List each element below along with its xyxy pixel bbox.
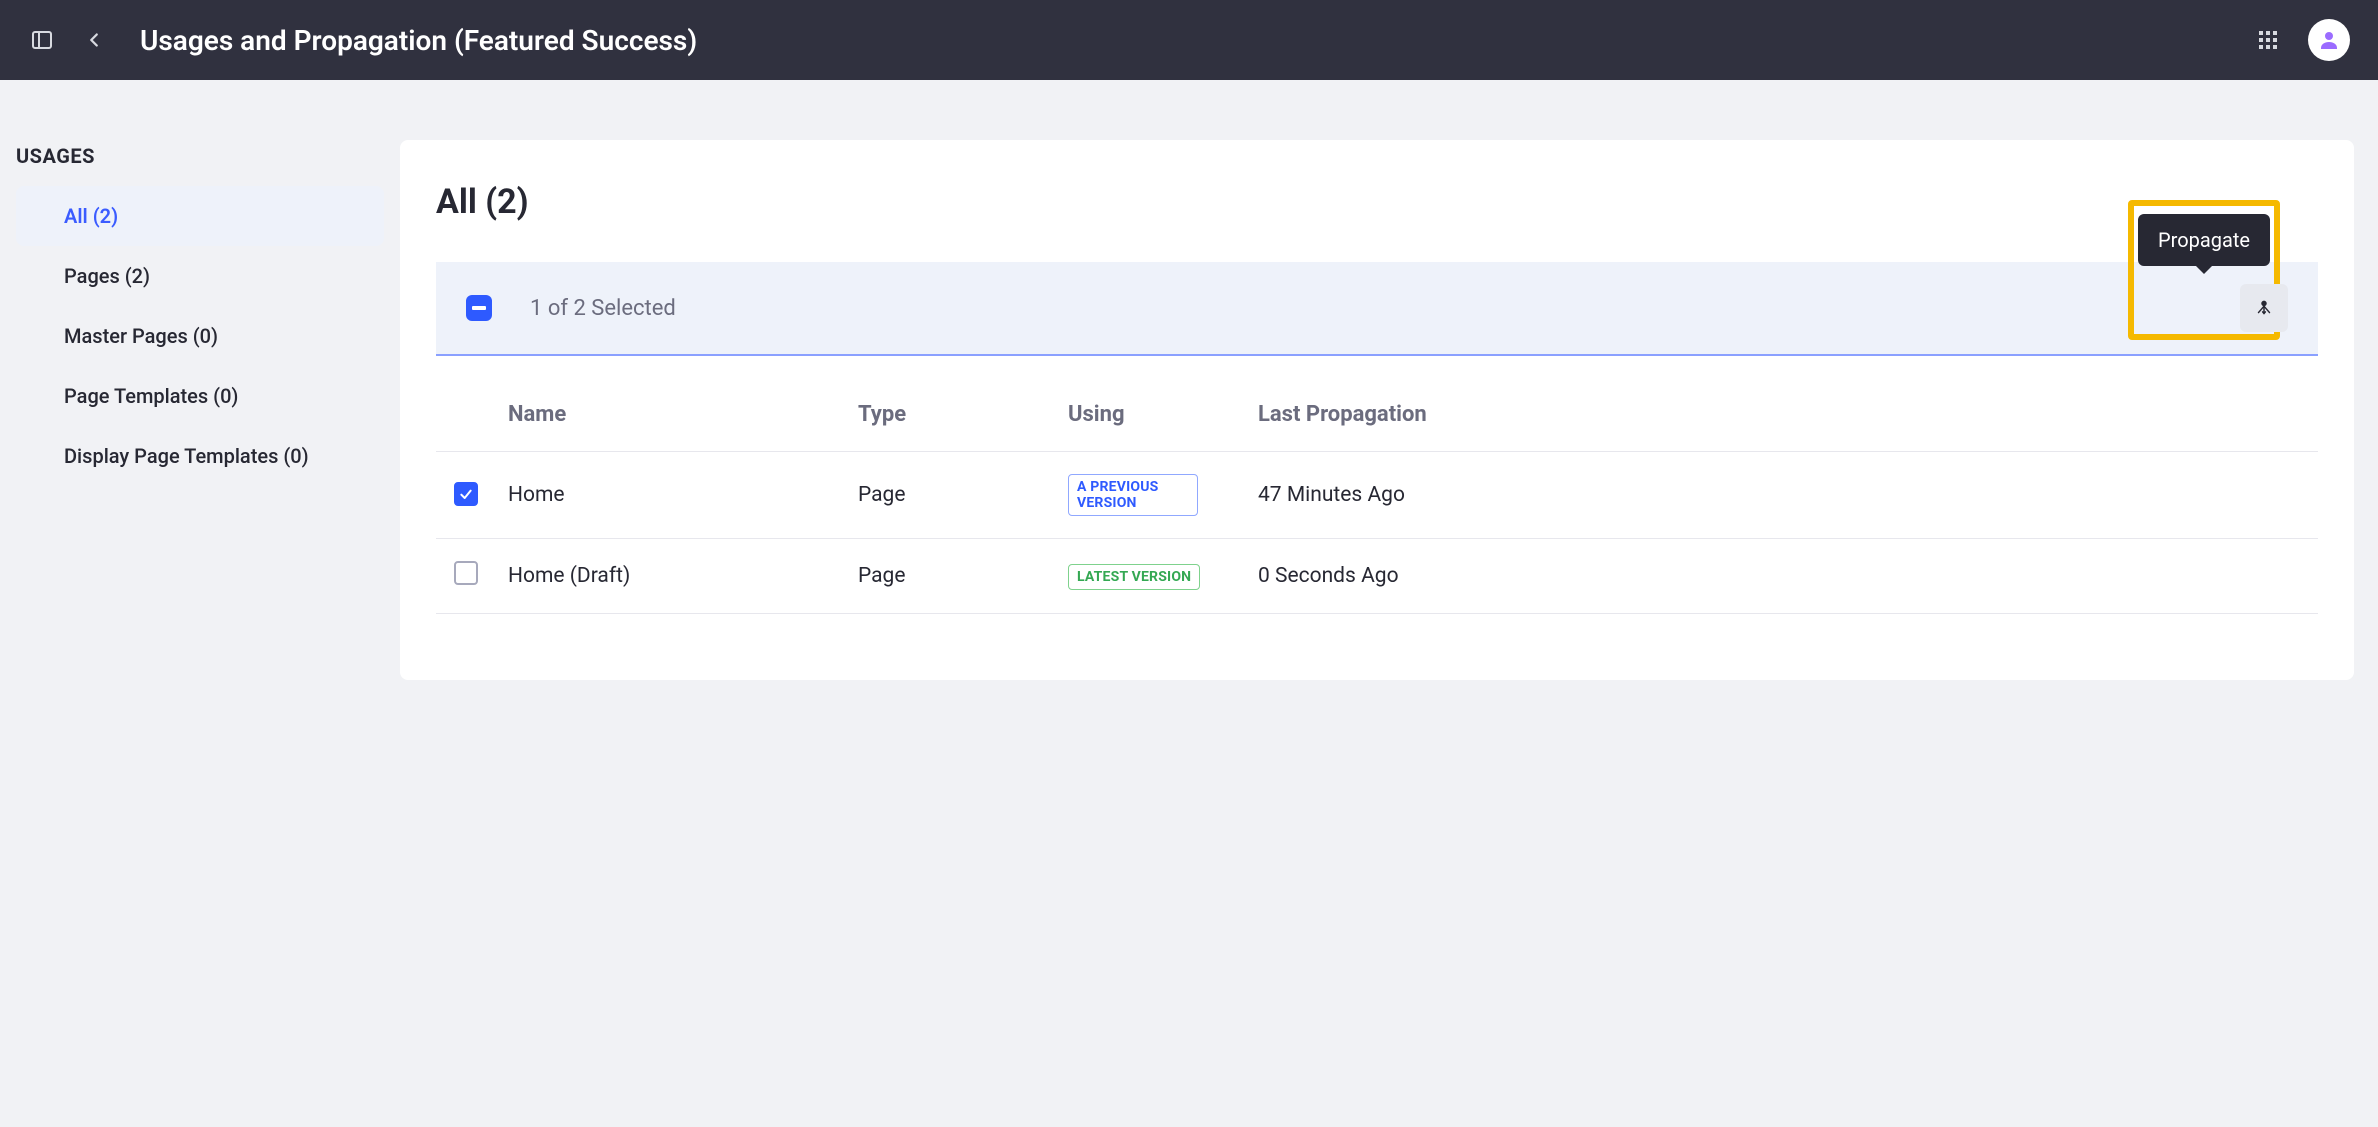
col-type: Type: [846, 382, 1056, 452]
select-all-checkbox[interactable]: [466, 295, 492, 321]
apps-grid-icon[interactable]: [2252, 24, 2284, 56]
cell-using: LATEST VERSION: [1056, 539, 1246, 614]
sidebar-item-1[interactable]: Pages (2): [16, 246, 384, 306]
sidebar-item-4[interactable]: Display Page Templates (0): [16, 426, 384, 486]
main-title: All (2): [436, 182, 2318, 222]
version-badge: LATEST VERSION: [1068, 564, 1200, 590]
table-row: HomePage A PREVIOUS VERSION 47 Minutes Ago: [436, 452, 2318, 539]
cell-name: Home (Draft): [496, 539, 846, 614]
cell-type: Page: [846, 452, 1056, 539]
back-icon[interactable]: [80, 26, 108, 54]
col-using: Using: [1056, 382, 1246, 452]
propagate-button[interactable]: [2240, 284, 2288, 332]
sidebar-item-3[interactable]: Page Templates (0): [16, 366, 384, 426]
row-checkbox[interactable]: [454, 482, 478, 506]
user-avatar[interactable]: [2308, 19, 2350, 61]
selection-bar: 1 of 2 Selected: [436, 262, 2318, 356]
cell-last: 47 Minutes Ago: [1246, 452, 2318, 539]
main-card: All (2) 1 of 2 Selected Propagate: [400, 140, 2354, 680]
sidebar: USAGES All (2)Pages (2)Master Pages (0)P…: [0, 140, 400, 680]
cell-type: Page: [846, 539, 1056, 614]
sidebar-item-2[interactable]: Master Pages (0): [16, 306, 384, 366]
col-last: Last Propagation: [1246, 382, 2318, 452]
row-checkbox[interactable]: [454, 561, 478, 585]
sidebar-item-0[interactable]: All (2): [16, 186, 384, 246]
cell-last: 0 Seconds Ago: [1246, 539, 2318, 614]
cell-name: Home: [496, 452, 846, 539]
usages-table: Name Type Using Last Propagation HomePag…: [436, 382, 2318, 614]
cell-using: A PREVIOUS VERSION: [1056, 452, 1246, 539]
topbar: Usages and Propagation (Featured Success…: [0, 0, 2378, 80]
page-title: Usages and Propagation (Featured Success…: [140, 24, 697, 57]
sidebar-heading: USAGES: [16, 144, 384, 168]
panel-toggle-icon[interactable]: [28, 26, 56, 54]
table-row: Home (Draft)Page LATEST VERSION 0 Seconds …: [436, 539, 2318, 614]
selection-count: 1 of 2 Selected: [530, 296, 676, 321]
col-name: Name: [496, 382, 846, 452]
version-badge: A PREVIOUS VERSION: [1068, 474, 1198, 516]
